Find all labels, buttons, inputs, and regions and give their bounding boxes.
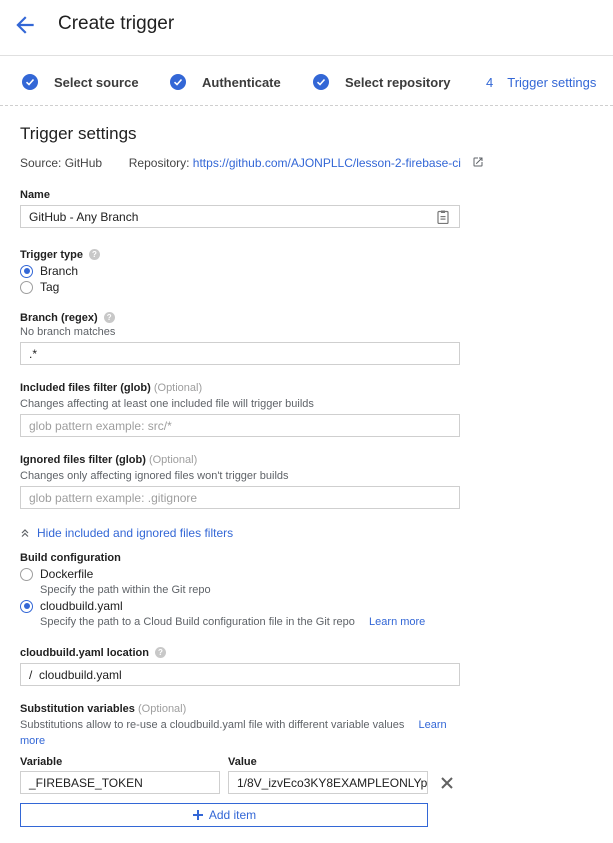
radio-dockerfile-label: Dockerfile (40, 567, 94, 581)
step-label: Select source (54, 74, 139, 90)
radio-button[interactable] (20, 280, 33, 294)
step-select-source[interactable]: Select source (22, 73, 139, 91)
source-label: Source: (20, 156, 62, 170)
step-label: Authenticate (202, 74, 281, 90)
hide-filters-toggle[interactable]: Hide included and ignored files filters (20, 526, 233, 540)
build-config-label: Build configuration (20, 552, 121, 564)
step-label: Trigger settings (507, 74, 597, 90)
add-item-button[interactable]: Add item (20, 803, 428, 827)
cloudbuild-desc: Specify the path to a Cloud Build config… (40, 616, 425, 628)
step-label: Select repository (345, 74, 451, 90)
branch-regex-label-text: Branch (regex) (20, 312, 98, 324)
name-value: GitHub - Any Branch (29, 210, 139, 224)
radio-tag[interactable]: Tag (20, 280, 59, 294)
help-icon[interactable]: ? (88, 249, 100, 260)
check-circle-icon (313, 74, 329, 90)
repository-label: Repository: (128, 156, 190, 170)
radio-branch[interactable]: Branch (20, 264, 78, 278)
optional-tag: (Optional) (148, 454, 198, 466)
radio-tag-label: Tag (40, 280, 60, 294)
help-icon[interactable]: ? (103, 312, 115, 323)
top-bar: Create trigger (0, 0, 613, 56)
learn-more-link-wrap[interactable]: more (20, 735, 45, 747)
external-link-icon[interactable] (472, 156, 484, 168)
cloudbuild-location-input[interactable]: / cloudbuild.yaml (20, 663, 460, 686)
stepper: Select source Authenticate Select reposi… (0, 56, 613, 106)
substitutions-desc-text: Substitutions allow to re-use a cloudbui… (20, 719, 405, 731)
included-filter-label: Included files filter (glob) (Optional) (20, 382, 202, 394)
cloudbuild-desc-text: Specify the path to a Cloud Build config… (40, 616, 355, 628)
name-input[interactable]: GitHub - Any Branch (20, 205, 460, 228)
step-select-repository[interactable]: Select repository (313, 73, 451, 91)
included-filter-desc: Changes affecting at least one included … (20, 398, 314, 410)
included-filter-label-text: Included files filter (glob) (20, 382, 151, 394)
section-title: Trigger settings (20, 124, 137, 143)
check-circle-icon (22, 74, 38, 90)
radio-button-selected[interactable] (20, 264, 33, 278)
source-line: Source: GitHub Repository: https://githu… (20, 156, 484, 170)
branch-hint: No branch matches (20, 326, 116, 338)
cloudbuild-location-label: cloudbuild.yaml location? (20, 647, 166, 659)
hide-filters-label: Hide included and ignored files filters (37, 526, 234, 540)
optional-tag: (Optional) (137, 703, 187, 715)
add-item-label: Add item (208, 808, 257, 822)
help-icon[interactable]: ? (154, 647, 166, 658)
close-icon[interactable] (440, 776, 454, 790)
check-circle-icon (170, 74, 186, 90)
optional-tag: (Optional) (153, 382, 203, 394)
ignored-filter-desc: Changes only affecting ignored files won… (20, 470, 289, 482)
chevron-double-up-icon (21, 529, 29, 537)
trigger-type-label-text: Trigger type (20, 249, 83, 261)
name-label: Name (20, 189, 50, 201)
variable-input[interactable]: _FIREBASE_TOKEN (20, 771, 220, 794)
variable-header: Variable (20, 756, 63, 768)
included-filter-input[interactable]: glob pattern example: src/* (20, 414, 460, 437)
back-button[interactable] (12, 12, 38, 38)
radio-cloudbuild[interactable]: cloudbuild.yaml (20, 599, 123, 613)
substitutions-label-text: Substitution variables (20, 703, 135, 715)
ignored-filter-label-text: Ignored files filter (glob) (20, 454, 146, 466)
page-title: Create trigger (58, 13, 175, 34)
source-value: GitHub (64, 156, 103, 170)
repository-link[interactable]: https://github.com/AJONPLLC/lesson-2-fir… (193, 156, 461, 170)
radio-dockerfile[interactable]: Dockerfile (20, 567, 93, 581)
branch-regex-label: Branch (regex)? (20, 312, 115, 324)
dockerfile-desc: Specify the path within the Git repo (40, 584, 211, 596)
learn-more-link[interactable]: Learn (419, 719, 447, 731)
step-number: 4 (486, 74, 494, 90)
substitutions-label: Substitution variables (Optional) (20, 703, 186, 715)
substitutions-desc: Substitutions allow to re-use a cloudbui… (20, 719, 447, 731)
step-trigger-settings[interactable]: 4 Trigger settings (486, 73, 596, 91)
radio-branch-label: Branch (40, 264, 79, 278)
branch-regex-input[interactable]: .* (20, 342, 460, 365)
step-authenticate[interactable]: Authenticate (170, 73, 281, 91)
ignored-filter-input[interactable]: glob pattern example: .gitignore (20, 486, 460, 509)
ignored-filter-label: Ignored files filter (glob) (Optional) (20, 454, 197, 466)
arrow-left-icon (16, 16, 34, 34)
value-input[interactable]: 1/8V_izvEco3KY8EXAMPLEONLYp (228, 771, 428, 794)
value-header: Value (228, 756, 257, 768)
cloudbuild-location-label-text: cloudbuild.yaml location (20, 647, 149, 659)
clipboard-icon[interactable] (437, 210, 449, 224)
radio-cloudbuild-label: cloudbuild.yaml (40, 599, 123, 613)
trigger-type-label: Trigger type? (20, 249, 100, 261)
radio-button[interactable] (20, 567, 33, 581)
learn-more-link[interactable]: Learn more (369, 616, 425, 628)
radio-button-selected[interactable] (20, 599, 33, 613)
plus-icon (192, 810, 203, 820)
